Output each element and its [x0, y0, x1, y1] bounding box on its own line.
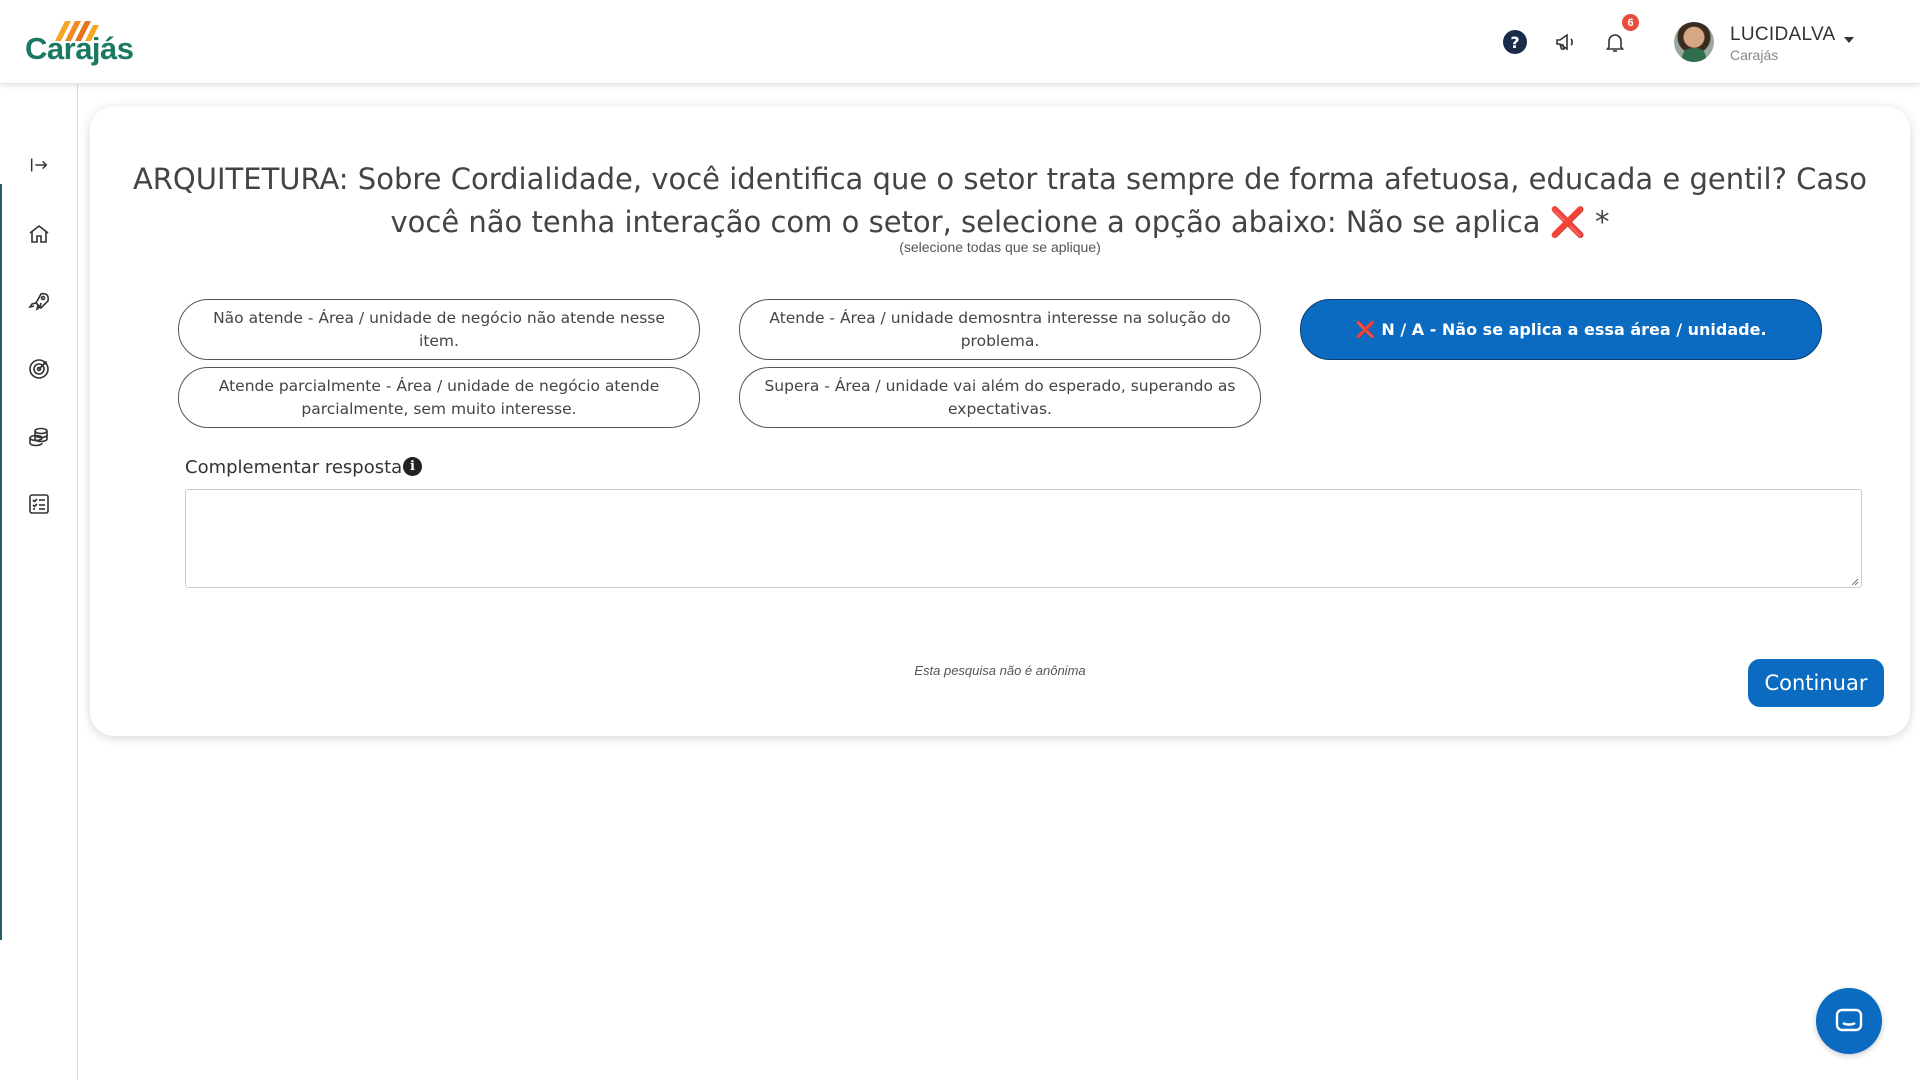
option-atende[interactable]: Atende - Área / unidade demosntra intere…: [739, 299, 1261, 360]
chat-icon: [1835, 1008, 1863, 1032]
option-label: Atende - Área / unidade demosntra intere…: [769, 308, 1231, 350]
megaphone-icon[interactable]: [1552, 28, 1580, 56]
question-text: ARQUITETURA: Sobre Cordialidade, você id…: [130, 158, 1870, 244]
selection-hint: (selecione todas que se aplique): [899, 239, 1101, 255]
chevron-down-icon[interactable]: [1844, 37, 1854, 43]
top-header: Carajás ? 6 LUCIDALVA Carajás: [0, 0, 1920, 84]
sidebar: [0, 84, 78, 1080]
user-org: Carajás: [1730, 47, 1779, 63]
expand-sidebar-icon[interactable]: [24, 150, 54, 180]
option-label: Supera - Área / unidade vai além do espe…: [764, 376, 1236, 418]
resize-handle-icon[interactable]: [1851, 578, 1859, 586]
complement-textarea[interactable]: [185, 489, 1862, 588]
complement-label: Complementar resposta: [185, 457, 403, 478]
home-icon[interactable]: [24, 219, 54, 249]
help-icon-circle: ?: [1503, 30, 1527, 54]
option-supera[interactable]: Supera - Área / unidade vai além do espe…: [739, 367, 1261, 428]
option-nao-se-aplica[interactable]: ❌ N / A - Não se aplica a essa área / un…: [1300, 299, 1822, 360]
option-nao-atende[interactable]: Não atende - Área / unidade de negócio n…: [178, 299, 700, 360]
checklist-icon[interactable]: [24, 489, 54, 519]
chat-launcher-button[interactable]: [1816, 988, 1882, 1054]
coins-icon[interactable]: [24, 422, 54, 452]
required-mark: *: [1595, 205, 1610, 239]
user-name[interactable]: LUCIDALVA: [1730, 24, 1835, 46]
sidebar-accent-line: [0, 184, 2, 940]
bell-icon[interactable]: [1601, 28, 1629, 56]
close-icon: ❌: [1549, 205, 1586, 239]
target-icon[interactable]: [24, 354, 54, 384]
continue-button[interactable]: Continuar: [1748, 659, 1884, 707]
help-icon[interactable]: ?: [1501, 28, 1529, 56]
rocket-icon[interactable]: [24, 287, 54, 317]
notification-badge: 6: [1622, 14, 1639, 31]
avatar[interactable]: [1674, 22, 1714, 62]
option-atende-parcialmente[interactable]: Atende parcialmente - Área / unidade de …: [178, 367, 700, 428]
logo-text: Carajás: [25, 31, 134, 66]
option-label: Atende parcialmente - Área / unidade de …: [218, 376, 660, 418]
option-label: N / A - Não se aplica a essa área / unid…: [1381, 320, 1767, 339]
info-icon[interactable]: i: [403, 457, 422, 476]
carajas-logo[interactable]: Carajás: [25, 17, 145, 67]
option-label: Não atende - Área / unidade de negócio n…: [213, 308, 665, 350]
close-icon: ❌: [1355, 320, 1376, 339]
anonymous-note: Esta pesquisa não é anônima: [914, 663, 1086, 678]
survey-card: ARQUITETURA: Sobre Cordialidade, você id…: [90, 106, 1910, 736]
